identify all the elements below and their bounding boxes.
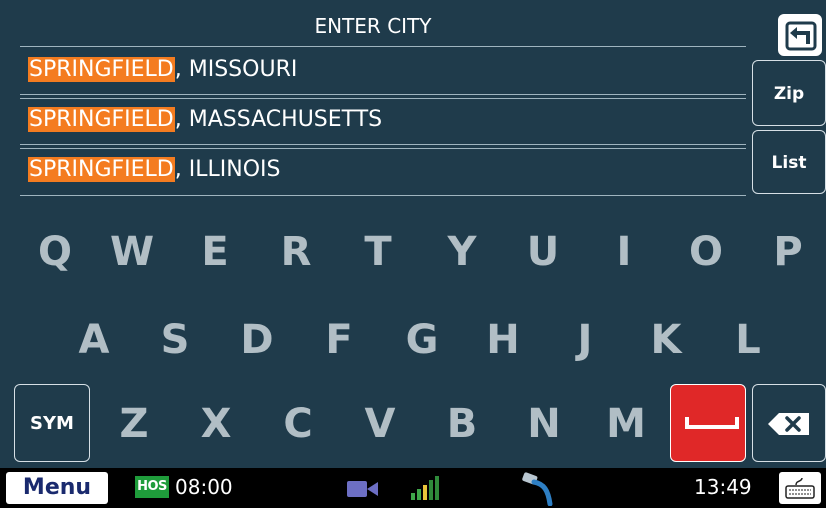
keyboard-icon <box>785 477 815 499</box>
backspace-button[interactable] <box>752 384 826 462</box>
key-h[interactable]: H <box>473 310 533 370</box>
hos-badge[interactable]: HOS <box>135 476 169 498</box>
page-title: ENTER CITY <box>314 14 432 38</box>
back-button[interactable] <box>778 14 822 56</box>
key-s[interactable]: S <box>145 310 205 370</box>
key-z[interactable]: Z <box>104 394 164 454</box>
hos-time: 08:00 <box>175 475 233 499</box>
result-label: SPRINGFIELD, MISSOURI <box>28 53 297 87</box>
result-row-2[interactable]: SPRINGFIELD, MASSACHUSETTS <box>20 102 746 138</box>
key-x[interactable]: X <box>186 394 246 454</box>
key-k[interactable]: K <box>636 310 696 370</box>
key-t[interactable]: T <box>348 222 408 282</box>
divider <box>20 46 746 47</box>
key-w[interactable]: W <box>102 222 162 282</box>
list-button[interactable]: List <box>752 130 826 194</box>
key-g[interactable]: G <box>392 310 452 370</box>
signal-icon[interactable] <box>410 475 440 501</box>
key-d[interactable]: D <box>227 310 287 370</box>
key-b[interactable]: B <box>432 394 492 454</box>
camera-icon[interactable] <box>346 479 380 499</box>
match-highlight: SPRINGFIELD <box>28 107 175 132</box>
match-highlight: SPRINGFIELD <box>28 57 175 82</box>
result-label: SPRINGFIELD, ILLINOIS <box>28 153 280 187</box>
space-button[interactable] <box>670 384 746 462</box>
key-e[interactable]: E <box>185 222 245 282</box>
divider <box>20 195 746 196</box>
space-icon <box>685 417 739 429</box>
city-entry-screen: ENTER CITY SPRINGFIELD, MISSOURI SPRINGF… <box>0 0 826 508</box>
result-rest: , MASSACHUSETTS <box>174 107 383 132</box>
key-r[interactable]: R <box>266 222 326 282</box>
key-m[interactable]: M <box>596 394 656 454</box>
key-n[interactable]: N <box>514 394 574 454</box>
key-f[interactable]: F <box>309 310 369 370</box>
key-j[interactable]: J <box>555 310 615 370</box>
result-label: SPRINGFIELD, MASSACHUSETTS <box>28 103 382 137</box>
cable-icon[interactable] <box>520 472 560 506</box>
result-row-3[interactable]: SPRINGFIELD, ILLINOIS <box>20 152 746 188</box>
key-p[interactable]: P <box>758 222 818 282</box>
key-c[interactable]: C <box>268 394 328 454</box>
divider <box>20 148 746 149</box>
key-a[interactable]: A <box>64 310 124 370</box>
zip-button[interactable]: Zip <box>752 60 826 126</box>
back-arrow-icon <box>785 21 817 51</box>
key-y[interactable]: Y <box>432 222 492 282</box>
keyboard-button[interactable] <box>779 472 821 504</box>
result-row-1[interactable]: SPRINGFIELD, MISSOURI <box>20 52 746 88</box>
result-rest: , ILLINOIS <box>174 157 281 182</box>
key-o[interactable]: O <box>676 222 736 282</box>
key-q[interactable]: Q <box>25 222 85 282</box>
divider <box>20 98 746 99</box>
key-l[interactable]: L <box>718 310 778 370</box>
divider <box>20 94 746 95</box>
result-rest: , MISSOURI <box>174 57 298 82</box>
sym-button[interactable]: SYM <box>14 384 90 462</box>
divider <box>20 144 746 145</box>
menu-button[interactable]: Menu <box>6 472 108 504</box>
clock: 13:49 <box>694 475 752 499</box>
match-highlight: SPRINGFIELD <box>28 157 175 182</box>
key-i[interactable]: I <box>594 222 654 282</box>
key-v[interactable]: V <box>350 394 410 454</box>
key-u[interactable]: U <box>513 222 573 282</box>
backspace-icon <box>768 413 809 435</box>
